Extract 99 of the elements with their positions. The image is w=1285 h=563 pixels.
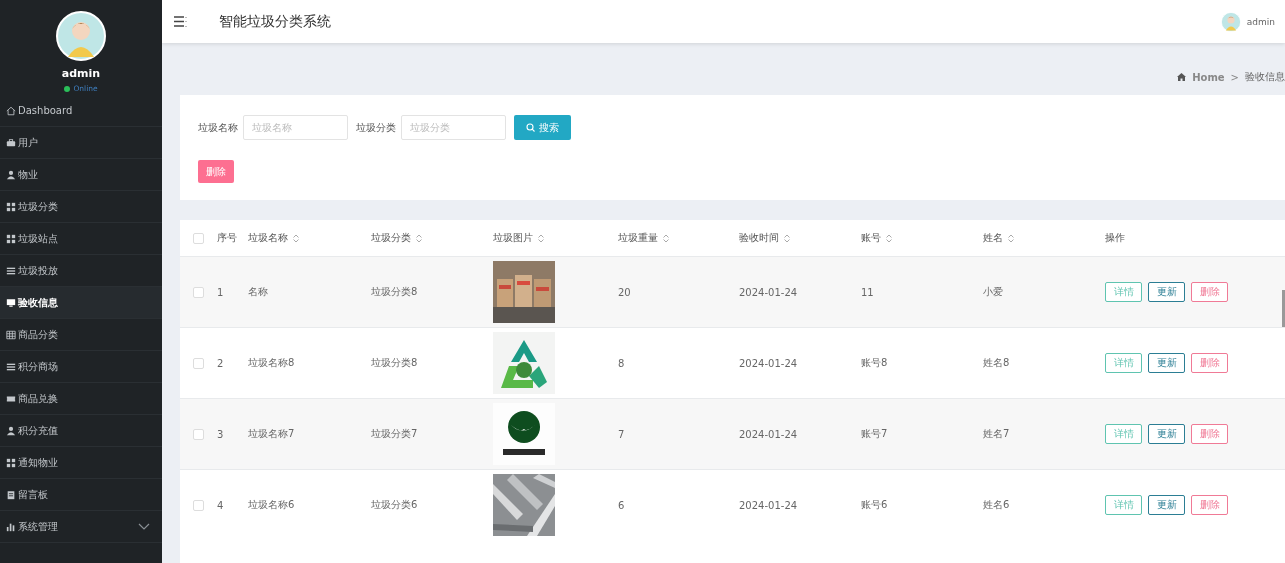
table-cell: 2	[217, 357, 224, 369]
sort-icon[interactable]	[416, 233, 422, 243]
update-button[interactable]: 更新	[1148, 353, 1185, 373]
delete-button[interactable]: 删除	[1191, 282, 1228, 302]
table-cell: 20	[618, 286, 631, 298]
table-cell: 垃圾分类7	[371, 427, 418, 441]
table-cell: 姓名7	[983, 427, 1010, 441]
checkbox[interactable]	[193, 428, 204, 440]
table-icon	[6, 329, 16, 340]
sort-icon[interactable]	[663, 233, 669, 243]
app-title: 智能垃圾分类系统	[219, 12, 332, 31]
column-header: 姓名	[983, 231, 1003, 245]
sidebar-item[interactable]: 积分充值	[0, 415, 162, 447]
sidebar-item[interactable]: 垃圾站点	[0, 223, 162, 255]
home-icon	[1177, 73, 1187, 81]
grid-icon	[6, 201, 16, 212]
user-avatar	[1220, 11, 1241, 32]
monitor-icon	[6, 297, 16, 308]
table-cell: 名称	[248, 285, 268, 299]
table-cell: 垃圾分类8	[371, 356, 418, 370]
user-name[interactable]: admin	[1246, 16, 1275, 27]
table-cell: 垃圾名称8	[248, 356, 295, 370]
search-button[interactable]: 搜索	[514, 115, 571, 140]
update-button[interactable]: 更新	[1148, 282, 1185, 302]
sidebar-item[interactable]: 商品兑换	[0, 383, 162, 415]
case-icon	[6, 137, 16, 148]
sidebar-item[interactable]: Dashboard	[0, 95, 162, 127]
column-header: 序号	[217, 231, 237, 245]
list-icon	[6, 361, 16, 372]
table-cell: 1	[217, 286, 224, 298]
table-cell: 垃圾分类8	[371, 285, 418, 299]
sidebar-item[interactable]: 验收信息	[0, 287, 162, 319]
column-header: 垃圾重量	[618, 231, 658, 245]
sidebar-item[interactable]: 系统管理	[0, 511, 162, 543]
sort-icon[interactable]	[886, 233, 892, 243]
table-cell: 4	[217, 499, 224, 511]
delete-button[interactable]: 删除	[1191, 424, 1228, 444]
field-label: 垃圾名称	[198, 120, 238, 135]
column-header: 垃圾分类	[371, 231, 411, 245]
column-header: 垃圾图片	[493, 231, 533, 245]
table-cell: 7	[618, 428, 625, 440]
search-field[interactable]: 垃圾名称	[243, 115, 348, 140]
sidebar-item[interactable]: 通知物业	[0, 447, 162, 479]
table-cell: 2024-01-24	[739, 357, 798, 369]
checkbox[interactable]	[193, 286, 204, 298]
sidebar-item[interactable]: 积分商场	[0, 351, 162, 383]
table-cell: 账号8	[861, 356, 888, 370]
breadcrumb-link[interactable]: 验收信息	[1245, 70, 1285, 84]
user-icon	[6, 425, 16, 436]
column-header: 操作	[1105, 231, 1125, 245]
menu-icon[interactable]	[174, 16, 187, 27]
chart-icon	[6, 521, 16, 532]
table-cell: 账号6	[861, 498, 888, 512]
checkbox[interactable]	[193, 357, 204, 369]
table-cell: 垃圾分类6	[371, 498, 418, 512]
column-header: 垃圾名称	[248, 231, 288, 245]
table-cell: 11	[861, 286, 874, 298]
search-icon	[526, 123, 535, 132]
sidebar-item[interactable]: 用户	[0, 127, 162, 159]
grid-icon	[6, 233, 16, 244]
checkbox[interactable]	[193, 499, 204, 511]
table-cell: 姓名8	[983, 356, 1010, 370]
sidebar-item[interactable]: 商品分类	[0, 319, 162, 351]
avatar	[56, 11, 106, 61]
home-icon	[6, 105, 16, 116]
delete-button[interactable]: 删除	[1191, 495, 1228, 515]
sort-icon[interactable]	[293, 233, 299, 243]
update-button[interactable]: 更新	[1148, 495, 1185, 515]
clipboard-icon	[6, 489, 16, 500]
table-cell: 6	[618, 499, 625, 511]
table-cell: 姓名6	[983, 498, 1010, 512]
grid-icon	[6, 457, 16, 468]
table-cell: 2024-01-24	[739, 499, 798, 511]
breadcrumb-link[interactable]: Home	[1192, 71, 1225, 83]
sort-icon[interactable]	[538, 233, 544, 243]
column-header: 验收时间	[739, 231, 779, 245]
delete-button[interactable]: 删除	[1191, 353, 1228, 373]
scrollbar[interactable]	[1282, 290, 1285, 327]
user-name: admin	[61, 67, 101, 80]
sort-icon[interactable]	[784, 233, 790, 243]
table-cell: 垃圾名称6	[248, 498, 295, 512]
table-cell: 3	[217, 428, 224, 440]
update-button[interactable]: 更新	[1148, 424, 1185, 444]
sidebar-item[interactable]: 垃圾分类	[0, 191, 162, 223]
sort-icon[interactable]	[1008, 233, 1014, 243]
column-header: 账号	[861, 231, 881, 245]
table-cell: 小爱	[983, 285, 1003, 299]
sidebar-item[interactable]: 留言板	[0, 479, 162, 511]
table-cell: 垃圾名称7	[248, 427, 295, 441]
checkbox[interactable]	[193, 232, 204, 244]
breadcrumb-separator: >	[1230, 71, 1239, 83]
table-cell: 8	[618, 357, 625, 369]
user-icon	[6, 169, 16, 180]
table-cell: 账号7	[861, 427, 888, 441]
field-label: 垃圾分类	[356, 120, 396, 135]
table-cell: 2024-01-24	[739, 286, 798, 298]
list-icon	[6, 265, 16, 276]
table-cell: 2024-01-24	[739, 428, 798, 440]
sidebar-item[interactable]: 物业	[0, 159, 162, 191]
